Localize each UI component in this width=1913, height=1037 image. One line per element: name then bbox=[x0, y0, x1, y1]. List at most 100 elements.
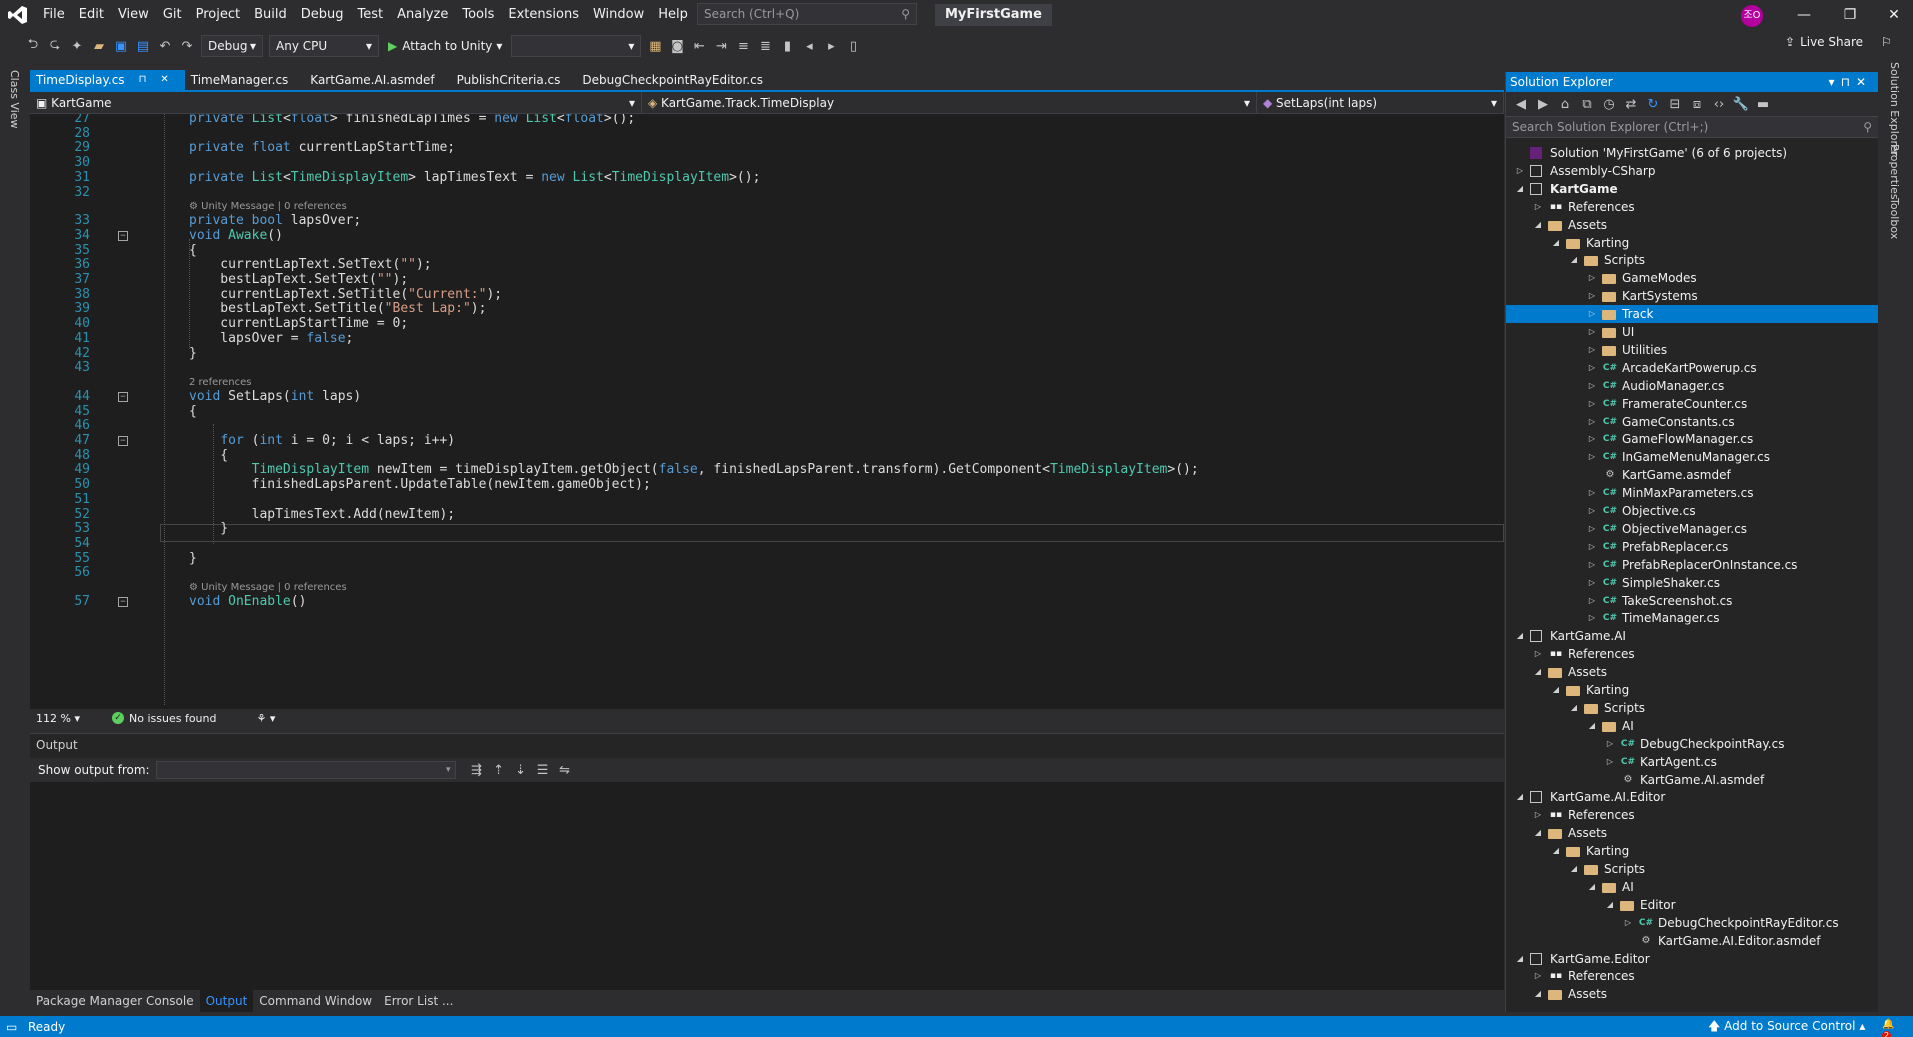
tree-item[interactable]: ◢ Karting bbox=[1506, 681, 1878, 699]
comment-icon[interactable]: ≡ bbox=[732, 35, 754, 57]
code-editor[interactable]: 27 private List<float> finishedLapTimes =… bbox=[30, 114, 1504, 709]
tree-item[interactable]: ▷ C# InGameMenuManager.cs bbox=[1506, 448, 1878, 466]
expand-arrow-icon[interactable]: ▷ bbox=[1604, 753, 1616, 771]
tree-item[interactable]: ◢ Assets bbox=[1506, 216, 1878, 234]
find-message-icon[interactable]: ⇶ bbox=[466, 759, 488, 781]
collapse-arrow-icon[interactable]: ◢ bbox=[1568, 860, 1580, 878]
member-dropdown[interactable]: ◆ SetLaps(int laps) ▾ bbox=[1257, 92, 1504, 114]
menu-view[interactable]: View bbox=[111, 0, 156, 30]
tree-item[interactable]: ◢ Scripts bbox=[1506, 699, 1878, 717]
expand-arrow-icon[interactable]: ▷ bbox=[1586, 574, 1598, 592]
tree-item[interactable]: ▷ C# PrefabReplacerOnInstance.cs bbox=[1506, 556, 1878, 574]
bottom-tab[interactable]: Output bbox=[199, 990, 254, 1012]
close-tab-icon[interactable]: ✕ bbox=[160, 70, 168, 90]
collapse-arrow-icon[interactable]: ◢ bbox=[1532, 985, 1544, 1003]
tree-item[interactable]: ◢ Scripts bbox=[1506, 860, 1878, 878]
collapse-arrow-icon[interactable]: ◢ bbox=[1550, 681, 1562, 699]
forward-icon[interactable]: ⮎ bbox=[44, 35, 66, 57]
menu-git[interactable]: Git bbox=[156, 0, 189, 30]
minimize-icon[interactable]: — bbox=[1782, 0, 1826, 30]
pin-icon[interactable]: ⊓ bbox=[1841, 75, 1856, 89]
expand-arrow-icon[interactable]: ▷ bbox=[1532, 645, 1544, 663]
tree-item[interactable]: ▷ C# TakeScreenshot.cs bbox=[1506, 592, 1878, 610]
collapse-arrow-icon[interactable]: ◢ bbox=[1550, 842, 1562, 860]
document-tab[interactable]: DebugCheckpointRayEditor.cs bbox=[576, 70, 779, 90]
tree-item[interactable]: ▷ C# ObjectiveManager.cs bbox=[1506, 520, 1878, 538]
collapse-region-icon[interactable]: − bbox=[118, 436, 128, 446]
expand-arrow-icon[interactable]: ▷ bbox=[1586, 377, 1598, 395]
tree-item[interactable]: ▷ C# AudioManager.cs bbox=[1506, 377, 1878, 395]
collapse-arrow-icon[interactable]: ◢ bbox=[1568, 699, 1580, 717]
solution-explorer-search-input[interactable]: Search Solution Explorer (Ctrl+;) ⚲ bbox=[1506, 116, 1878, 138]
tree-item[interactable]: ⚙ KartGame.asmdef bbox=[1506, 466, 1878, 484]
expand-arrow-icon[interactable]: ▷ bbox=[1586, 609, 1598, 627]
uncomment-icon[interactable]: ≣ bbox=[754, 35, 776, 57]
target-select[interactable]: ▾ bbox=[511, 35, 642, 57]
tree-item[interactable]: ◢ KartGame.AI.Editor bbox=[1506, 788, 1878, 806]
visual-studio-logo-icon[interactable] bbox=[0, 0, 36, 30]
output-source-select[interactable]: ▾ bbox=[155, 761, 456, 779]
window-position-icon[interactable]: ▾ bbox=[1829, 75, 1841, 89]
collapse-arrow-icon[interactable]: ◢ bbox=[1586, 878, 1598, 896]
menu-tools[interactable]: Tools bbox=[455, 0, 501, 30]
collapse-arrow-icon[interactable]: ◢ bbox=[1514, 180, 1526, 198]
expand-arrow-icon[interactable]: ▷ bbox=[1586, 341, 1598, 359]
expand-arrow-icon[interactable]: ▷ bbox=[1532, 967, 1544, 985]
collapse-arrow-icon[interactable]: ◢ bbox=[1586, 717, 1598, 735]
tree-item[interactable]: ◢ KartGame bbox=[1506, 180, 1878, 198]
next-bookmark-icon[interactable]: ▸ bbox=[820, 35, 842, 57]
tree-item[interactable]: ▷ UI bbox=[1506, 323, 1878, 341]
clear-bookmarks-icon[interactable]: ▯ bbox=[842, 35, 864, 57]
collapse-arrow-icon[interactable]: ◢ bbox=[1568, 251, 1580, 269]
save-all-icon[interactable]: ▤ bbox=[132, 35, 154, 57]
tree-item[interactable]: ◢ Scripts bbox=[1506, 251, 1878, 269]
tree-item[interactable]: ◢ Assets bbox=[1506, 985, 1878, 1003]
properties-icon[interactable]: 🔧 bbox=[1730, 93, 1752, 115]
expand-arrow-icon[interactable]: ▷ bbox=[1586, 484, 1598, 502]
expand-arrow-icon[interactable]: ▷ bbox=[1586, 556, 1598, 574]
menu-analyze[interactable]: Analyze bbox=[390, 0, 455, 30]
tree-item[interactable]: ◢ KartGame.AI bbox=[1506, 627, 1878, 645]
expand-arrow-icon[interactable]: ▷ bbox=[1622, 914, 1634, 932]
tree-item[interactable]: ◢ Karting bbox=[1506, 842, 1878, 860]
configuration-select[interactable]: Debug ▾ bbox=[201, 35, 263, 57]
back-icon[interactable]: ⮌ bbox=[22, 35, 44, 57]
output-text-area[interactable] bbox=[30, 782, 1504, 992]
menu-help[interactable]: Help bbox=[651, 0, 695, 30]
bookmark-icon[interactable]: ▮ bbox=[776, 35, 798, 57]
class-dropdown[interactable]: ◈ KartGame.Track.TimeDisplay ▾ bbox=[642, 92, 1257, 114]
undo-icon[interactable]: ↶ bbox=[154, 35, 176, 57]
collapse-arrow-icon[interactable]: ◢ bbox=[1514, 627, 1526, 645]
collapse-region-icon[interactable]: − bbox=[118, 597, 128, 607]
tree-item[interactable]: ▷ C# DebugCheckpointRay.cs bbox=[1506, 735, 1878, 753]
switch-views-icon[interactable]: ⧉ bbox=[1576, 93, 1598, 115]
next-message-icon[interactable]: ⇣ bbox=[510, 759, 532, 781]
pending-changes-filter-icon[interactable]: ◷ bbox=[1598, 93, 1620, 115]
vertical-tab-solution-explorer[interactable]: Solution Explorer bbox=[1888, 62, 1901, 156]
pin-tab-icon[interactable]: ⊓ bbox=[139, 70, 147, 90]
vertical-tab-toolbox[interactable]: Toolbox bbox=[1888, 198, 1901, 239]
tree-item[interactable]: ▷ C# GameConstants.cs bbox=[1506, 413, 1878, 431]
bottom-tab[interactable]: Command Window bbox=[253, 990, 378, 1012]
expand-arrow-icon[interactable]: ▷ bbox=[1586, 413, 1598, 431]
expand-arrow-icon[interactable]: ▷ bbox=[1586, 430, 1598, 448]
menu-build[interactable]: Build bbox=[247, 0, 294, 30]
collapse-arrow-icon[interactable]: ◢ bbox=[1532, 216, 1544, 234]
tree-item[interactable]: ▷ C# SimpleShaker.cs bbox=[1506, 574, 1878, 592]
tree-item[interactable]: ▷ C# FramerateCounter.cs bbox=[1506, 395, 1878, 413]
tree-item[interactable]: ▷ Utilities bbox=[1506, 341, 1878, 359]
tree-item[interactable]: ⚙ KartGame.AI.asmdef bbox=[1506, 771, 1878, 789]
bottom-tab[interactable]: Error List ... bbox=[378, 990, 459, 1012]
collapse-region-icon[interactable]: − bbox=[118, 391, 128, 402]
bottom-tab[interactable]: Package Manager Console bbox=[30, 990, 200, 1012]
tree-item[interactable]: ▷ ▪▪ References bbox=[1506, 645, 1878, 663]
expand-arrow-icon[interactable]: ▷ bbox=[1586, 287, 1598, 305]
menu-file[interactable]: File bbox=[36, 0, 72, 30]
tree-item[interactable]: ▷ Track bbox=[1506, 305, 1878, 324]
collapse-arrow-icon[interactable]: ◢ bbox=[1550, 234, 1562, 252]
collapse-arrow-icon[interactable]: ◢ bbox=[1514, 788, 1526, 806]
menu-window[interactable]: Window bbox=[586, 0, 651, 30]
tree-item[interactable]: ▷ KartSystems bbox=[1506, 287, 1878, 305]
tree-item[interactable]: ◢ AI bbox=[1506, 717, 1878, 735]
tree-item[interactable]: ◢ Editor bbox=[1506, 896, 1878, 914]
